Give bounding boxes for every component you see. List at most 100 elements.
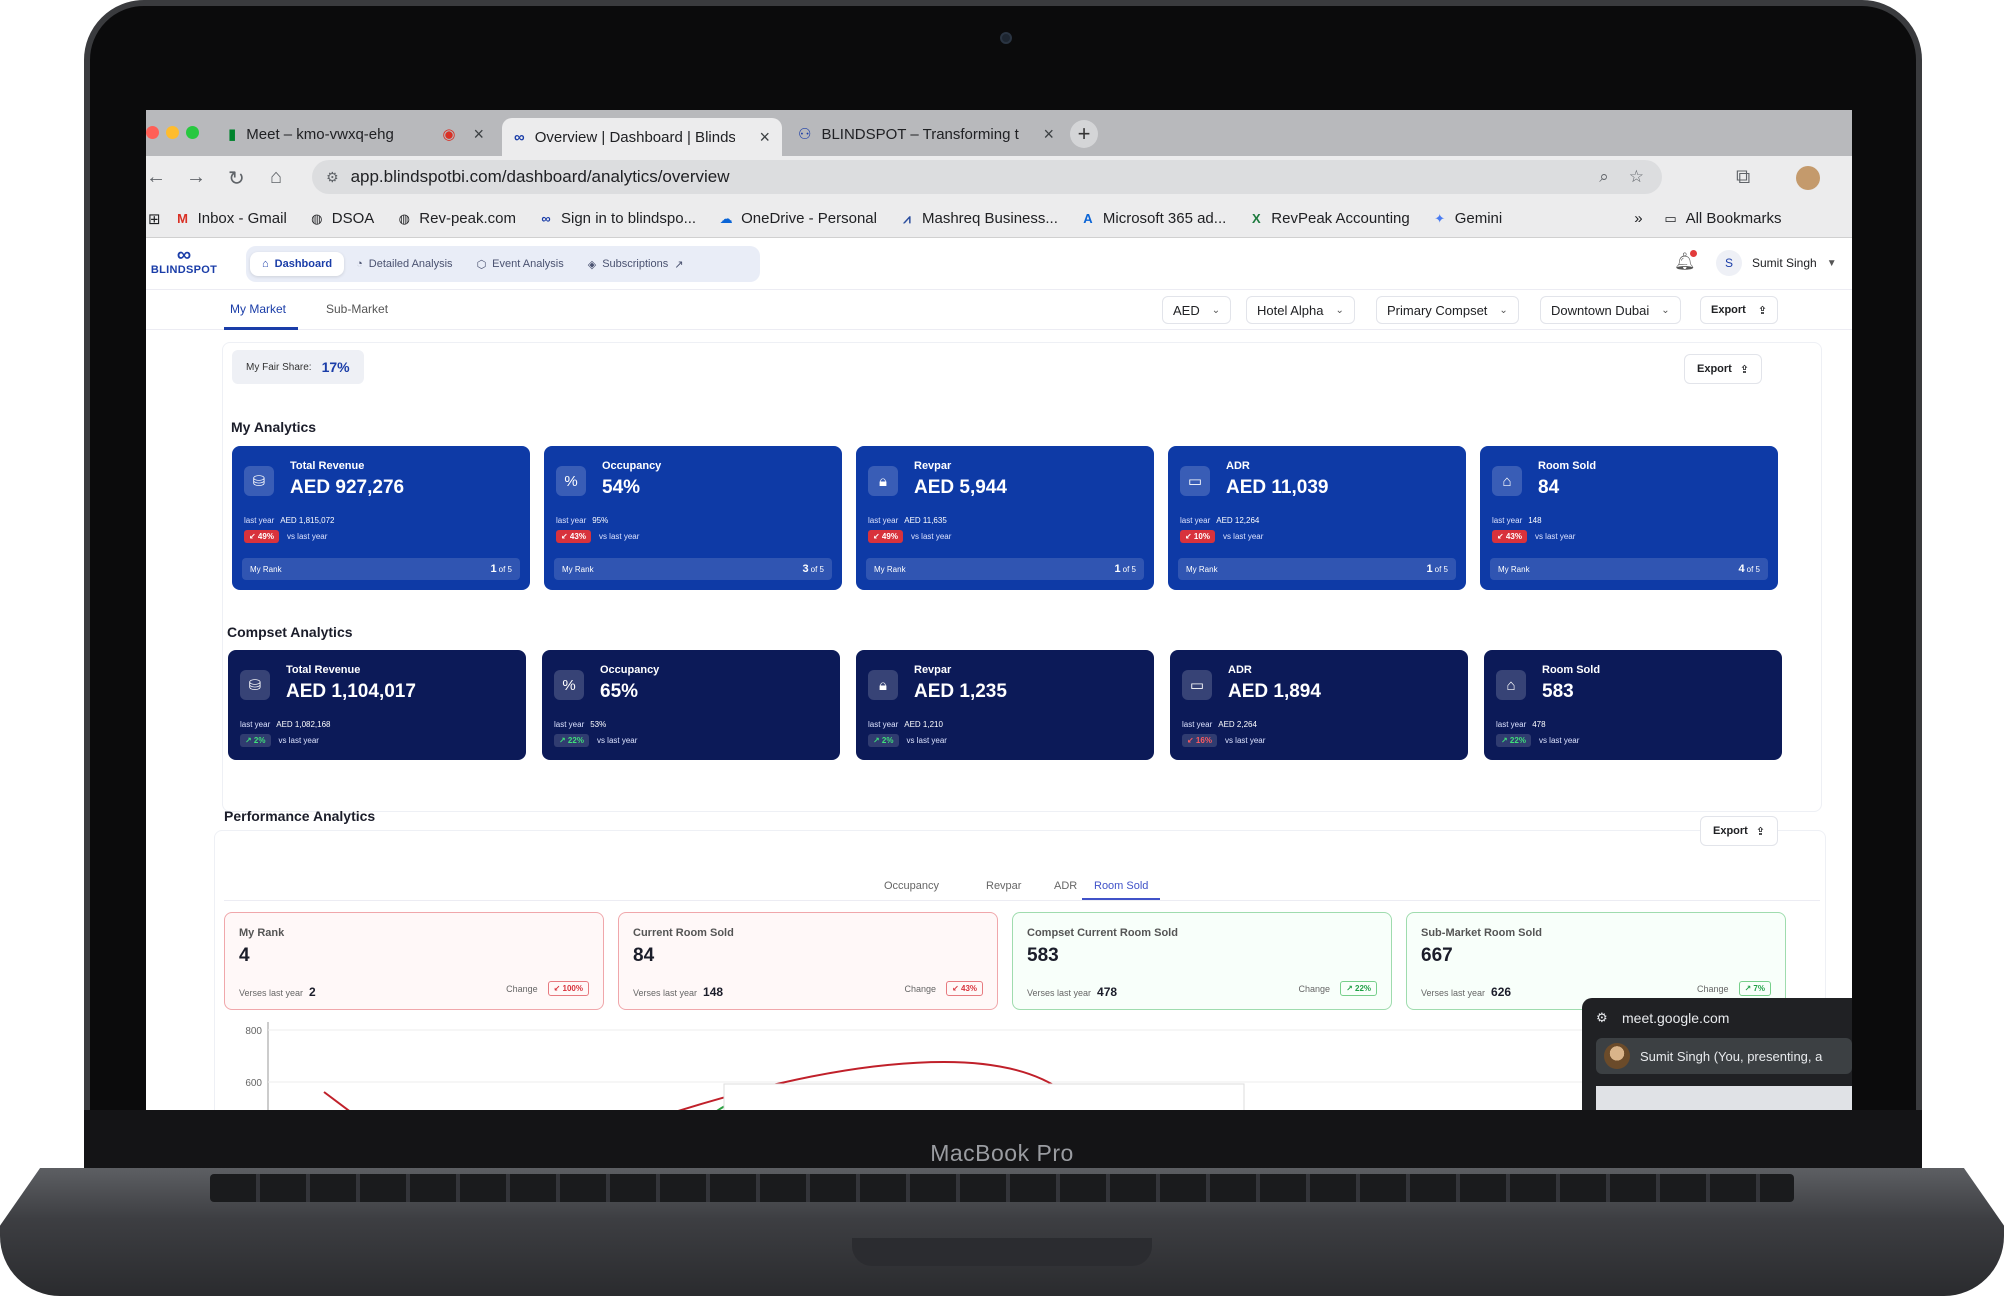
- more-bookmarks-icon[interactable]: »: [1634, 210, 1642, 227]
- maximize-window-button[interactable]: [186, 126, 199, 139]
- hotel-icon: ⌂: [1496, 670, 1526, 700]
- vs-label: vs last year: [1222, 532, 1264, 541]
- my-metric-card[interactable]: 🔒︎ Revpar AED 5,944 last year AED 11,635 ↙ 49…: [856, 446, 1154, 590]
- rank-bar: My Rank 4 of 5: [1490, 558, 1768, 580]
- currency-select[interactable]: AED ⌄: [1162, 296, 1232, 324]
- chevron-down-icon: ⌄: [1499, 304, 1508, 316]
- site-settings-icon[interactable]: ⚙: [326, 169, 339, 186]
- rank-label: My Rank: [1186, 564, 1218, 574]
- user-name: Sumit Singh: [1752, 256, 1817, 270]
- chevron-down-icon: ⌄: [1661, 304, 1670, 316]
- nav-event-analysis[interactable]: ⬡ Event Analysis: [465, 252, 576, 277]
- compset-select[interactable]: Primary Compset ⌄: [1376, 296, 1519, 324]
- rank-bar: My Rank 3 of 5: [554, 558, 832, 580]
- extensions-icon[interactable]: ⧉: [1736, 166, 1750, 189]
- last-year-value: AED 2,264: [1218, 720, 1257, 729]
- close-tab-icon[interactable]: ×: [759, 127, 770, 148]
- tab-sub-market[interactable]: Sub-Market: [326, 302, 388, 316]
- tab-revpar[interactable]: Revpar: [986, 880, 1021, 892]
- last-year-value: AED 11,635: [904, 516, 947, 525]
- metric-label: Revpar: [914, 664, 952, 676]
- logo-icon: ∞: [176, 244, 192, 266]
- close-tab-icon[interactable]: ×: [1043, 124, 1054, 145]
- rank-number: 1: [1114, 563, 1121, 575]
- bookmark-blindspot[interactable]: ∞ Sign in to blindspo...: [538, 210, 696, 227]
- bookmark-revpeak-accounting[interactable]: X RevPeak Accounting: [1248, 210, 1410, 227]
- meet-presenting-popup[interactable]: ⚙ meet.google.com Sumit Singh (You, pres…: [1582, 998, 1852, 1110]
- my-metric-card[interactable]: ⛁ Total Revenue AED 927,276 last year AED 1,…: [232, 446, 530, 590]
- performance-value: 667: [1421, 945, 1453, 966]
- compset-metric-card[interactable]: ⛁ Total Revenue AED 1,104,017 last year AED …: [228, 650, 526, 760]
- verses-value: 148: [703, 985, 724, 999]
- gemini-icon: ✦: [1434, 210, 1446, 226]
- url-text: app.blindspotbi.com/dashboard/analytics/…: [350, 167, 730, 186]
- market-select[interactable]: Downtown Dubai ⌄: [1540, 296, 1681, 324]
- bookmark-star-icon[interactable]: ☆: [1629, 167, 1644, 187]
- compset-metric-card[interactable]: 🔒︎ Revpar AED 1,235 last year AED 1,210 ↗ 2% v…: [856, 650, 1154, 760]
- tab-overview[interactable]: ∞ Overview | Dashboard | Blinds ×: [502, 118, 782, 156]
- tab-meet[interactable]: ▮ Meet – kmo-vwxq-ehg ◉ ×: [216, 116, 496, 152]
- profile-avatar[interactable]: [1796, 166, 1820, 190]
- nav-detailed-analysis[interactable]: ◔ Detailed Analysis: [344, 252, 464, 276]
- compset-metric-card[interactable]: ▭ ADR AED 1,894 last year AED 2,264 ↙ 16% vs l…: [1170, 650, 1468, 760]
- change-row: ↙ 49% vs last year: [868, 530, 951, 543]
- user-menu[interactable]: S Sumit Singh ▼: [1716, 250, 1837, 276]
- nav-dashboard[interactable]: ⌂ Dashboard: [250, 252, 345, 276]
- camera: [1000, 32, 1012, 44]
- minimize-window-button[interactable]: [166, 126, 179, 139]
- hotel-select[interactable]: Hotel Alpha ⌄: [1246, 296, 1355, 324]
- close-tab-icon[interactable]: ×: [473, 124, 484, 145]
- compset-metric-card[interactable]: ⌂ Room Sold 583 last year 478 ↗ 22% vs last ye…: [1484, 650, 1782, 760]
- tab-adr[interactable]: ADR: [1054, 880, 1077, 892]
- nav-subscriptions[interactable]: ◈ Subscriptions ↗: [576, 252, 696, 277]
- tab-room-sold[interactable]: Room Sold: [1094, 880, 1148, 892]
- export-button-performance[interactable]: Export ⇪: [1700, 816, 1779, 846]
- close-window-button[interactable]: [146, 126, 159, 139]
- fair-share-label: My Fair Share:: [246, 361, 312, 373]
- my-metric-card[interactable]: % Occupancy 54% last year 95% ↙ 43% vs last ye…: [544, 446, 842, 590]
- export-button[interactable]: Export ⇪: [1684, 354, 1763, 384]
- all-bookmarks[interactable]: ▭ All Bookmarks: [1663, 210, 1781, 227]
- bookmark-onedrive[interactable]: ☁ OneDrive - Personal: [718, 210, 877, 227]
- reload-icon[interactable]: ↻: [228, 166, 245, 191]
- url-field[interactable]: ⚙ app.blindspotbi.com/dashboard/analytic…: [312, 160, 1662, 194]
- last-year-row: last year AED 11,635: [868, 516, 947, 525]
- my-metric-card[interactable]: ▭ ADR AED 11,039 last year AED 12,264 ↙ 10% vs…: [1168, 446, 1466, 590]
- change-label: Change: [506, 983, 538, 994]
- presenting-row[interactable]: Sumit Singh (You, presenting, a: [1596, 1038, 1852, 1074]
- apps-grid-icon[interactable]: ⊞: [148, 210, 161, 228]
- logo-text: BLINDSPOT: [150, 264, 218, 276]
- bookmark-mashreq[interactable]: ⩘ Mashreq Business...: [899, 210, 1058, 227]
- bookmark-dsoa[interactable]: ◍ DSOA: [309, 210, 374, 227]
- change-label: Change: [904, 983, 937, 994]
- external-link-icon: ↗: [674, 258, 684, 271]
- vs-label: vs last year: [278, 736, 319, 745]
- tab-occupancy[interactable]: Occupancy: [884, 880, 939, 892]
- back-icon[interactable]: ←: [146, 166, 166, 189]
- select-value: Downtown Dubai: [1551, 302, 1650, 318]
- my-metric-card[interactable]: ⌂ Room Sold 84 last year 148 ↙ 43% vs last yea…: [1480, 446, 1778, 590]
- compset-metric-card[interactable]: % Occupancy 65% last year 53% ↗ 22% vs last ye…: [542, 650, 840, 760]
- home-icon[interactable]: ⌂: [270, 166, 282, 189]
- bookmark-revpeak[interactable]: ◍ Rev-peak.com: [396, 210, 516, 227]
- forward-icon[interactable]: →: [186, 166, 206, 189]
- tab-blindspot[interactable]: ⚇ BLINDSPOT – Transforming t ×: [786, 116, 1066, 152]
- new-tab-button[interactable]: +: [1070, 120, 1098, 148]
- last-year-label: last year: [554, 720, 585, 729]
- zoom-icon[interactable]: ⌕: [1599, 167, 1609, 187]
- chart-tooltip: [723, 1083, 1245, 1110]
- money-bag-icon: ⛁: [244, 466, 274, 496]
- performance-card: My Rank 4 Verses last year 2 Change ↙ 100%: [224, 912, 604, 1010]
- vs-label: vs last year: [596, 736, 638, 745]
- avatar: S: [1716, 250, 1742, 276]
- last-year-label: last year: [244, 516, 275, 525]
- bookmark-microsoft365[interactable]: A Microsoft 365 ad...: [1080, 210, 1226, 227]
- tab-my-market[interactable]: My Market: [230, 302, 286, 316]
- bookmark-gemini[interactable]: ✦ Gemini: [1432, 210, 1502, 227]
- logo[interactable]: ∞ BLINDSPOT: [146, 244, 222, 276]
- bookmark-gmail[interactable]: M Inbox - Gmail: [175, 210, 287, 227]
- export-button-top[interactable]: Export ⇪: [1700, 296, 1779, 324]
- rank-label: My Rank: [562, 564, 594, 574]
- rank-of: of 5: [810, 565, 824, 574]
- metric-value: AED 1,235: [914, 681, 1007, 702]
